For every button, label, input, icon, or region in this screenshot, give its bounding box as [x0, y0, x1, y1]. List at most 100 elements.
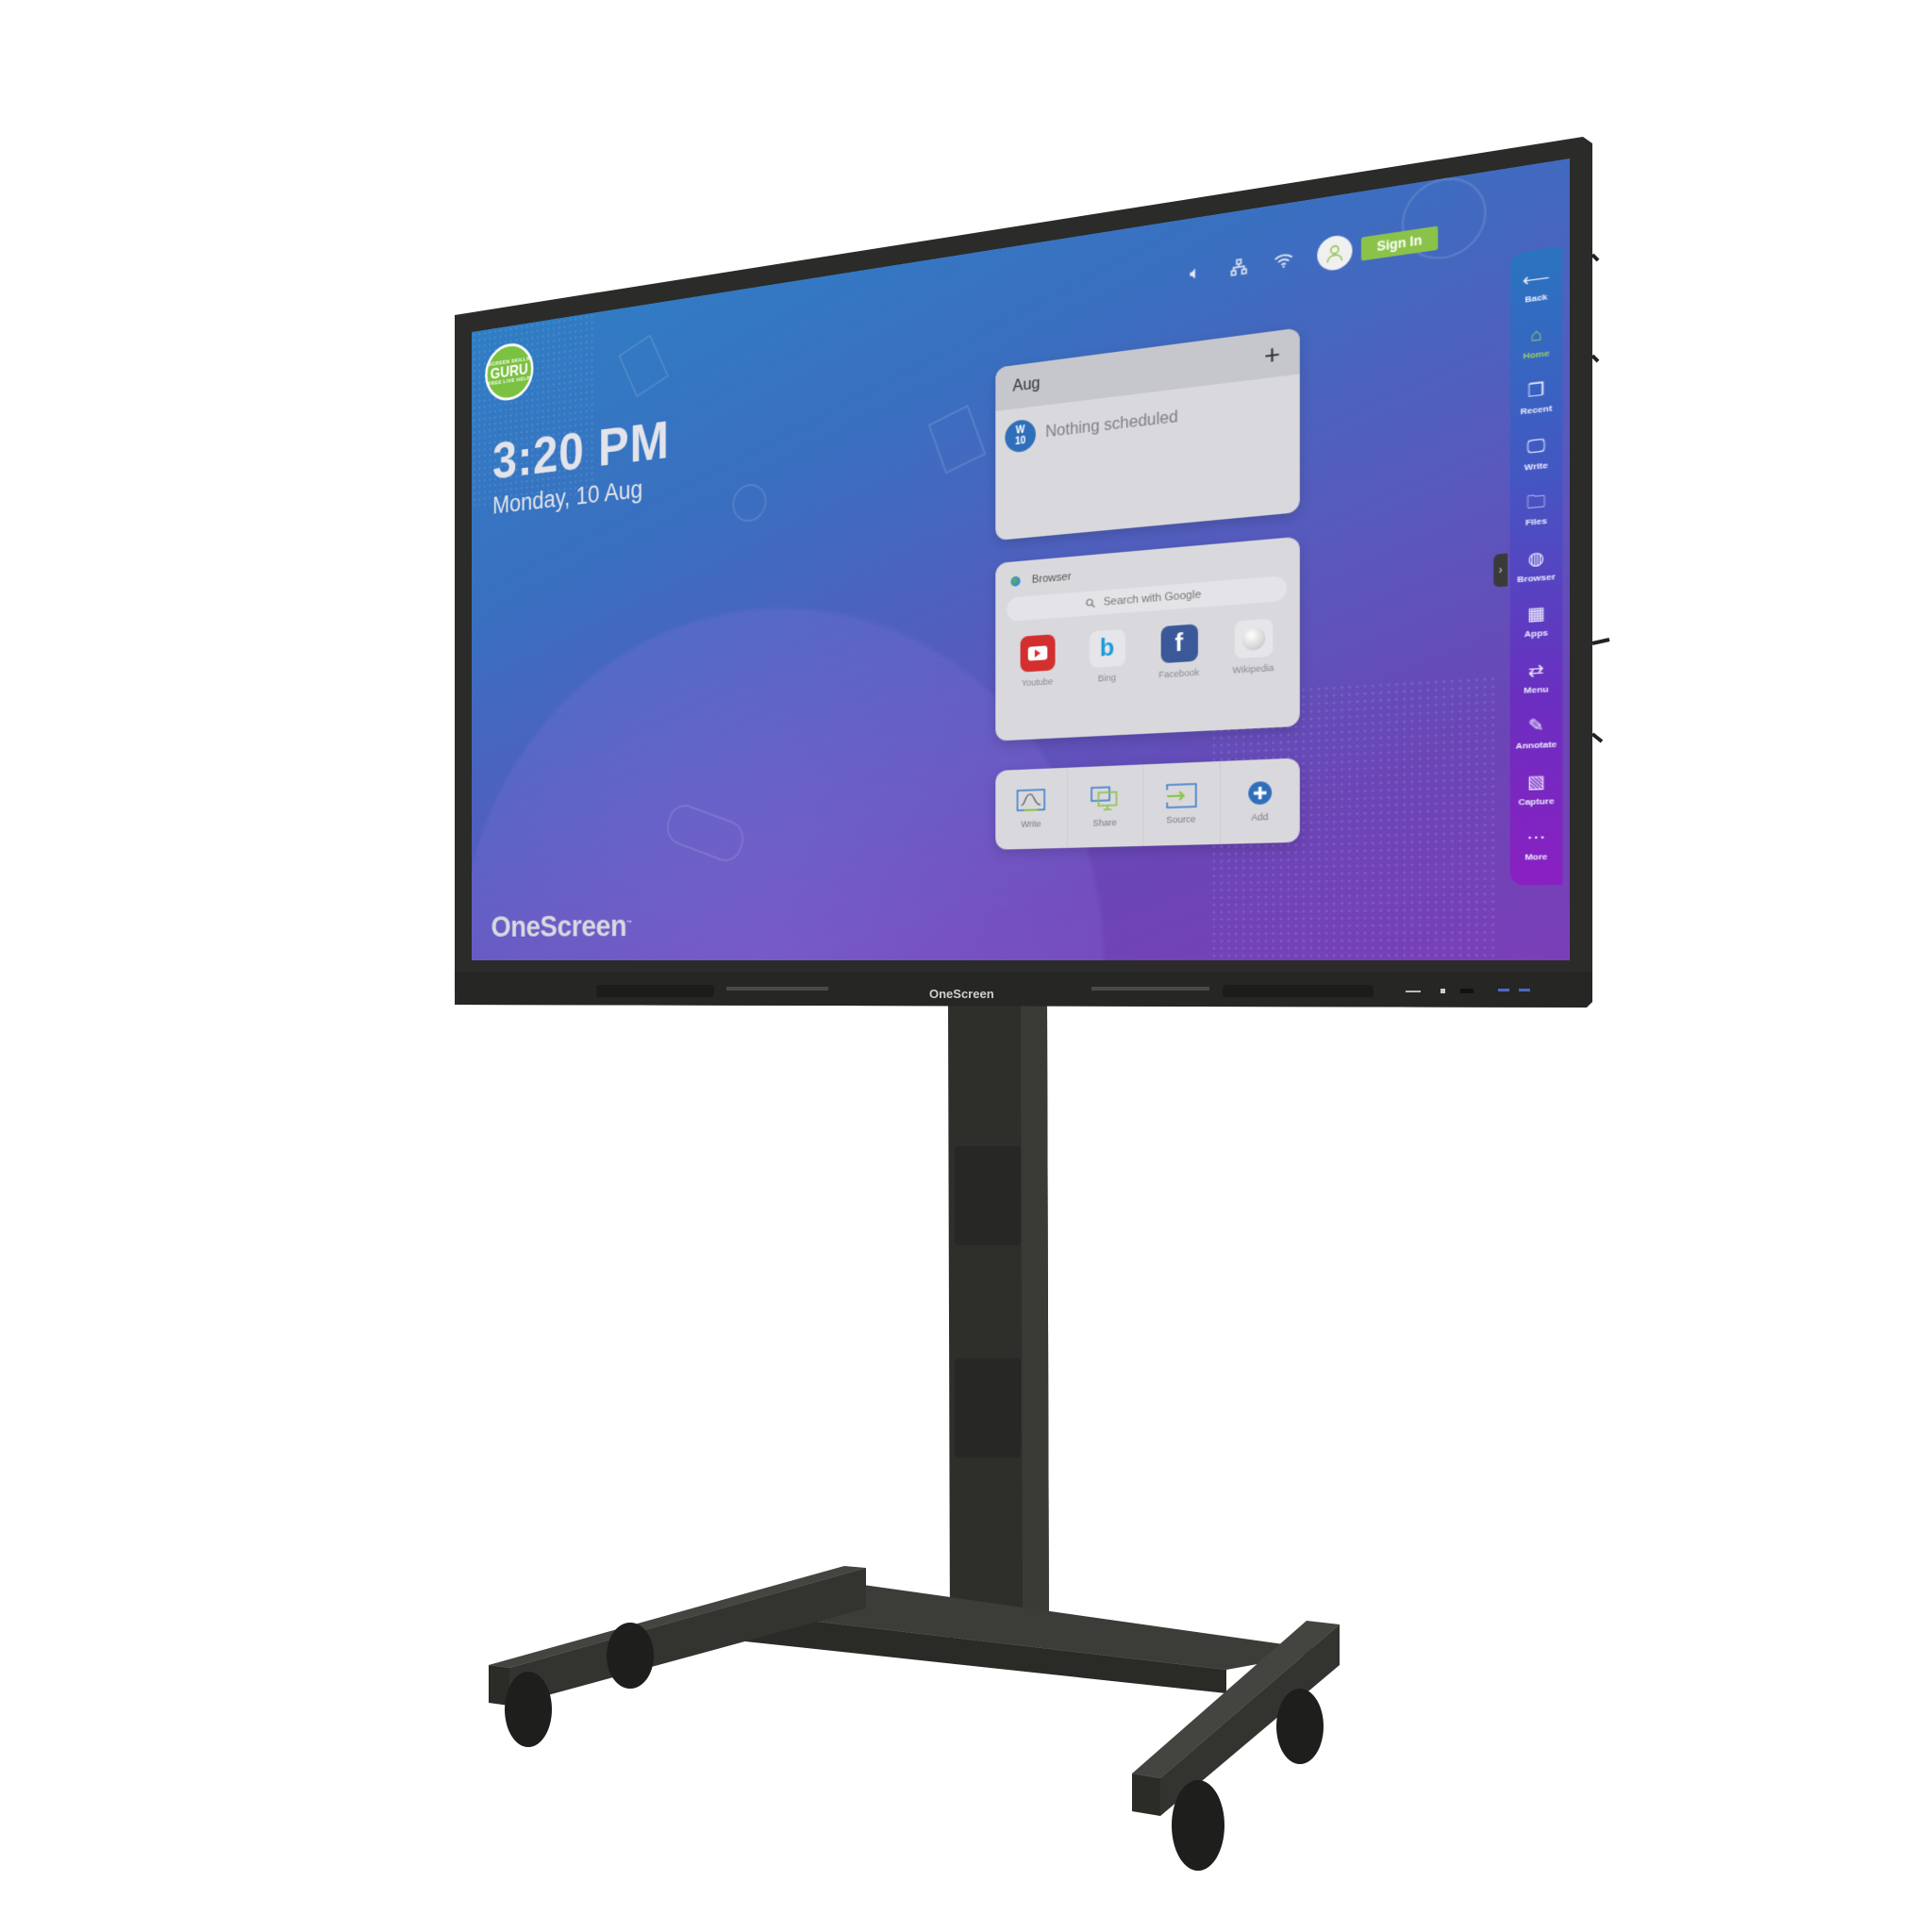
add-icon — [1247, 780, 1273, 806]
menu-switch-icon: ⇄ — [1527, 660, 1544, 681]
caster-wheel — [505, 1672, 552, 1747]
network-icon[interactable] — [1227, 254, 1251, 280]
bezel-logo: OneScreen — [929, 987, 994, 1001]
status-bar: 🔈︎ Sign In — [1184, 221, 1439, 291]
browser-widget: Browser Search with Google Youtube b Bin… — [995, 536, 1300, 741]
sidebar-item-write[interactable]: 🖵 Write — [1510, 435, 1563, 496]
volume-icon[interactable]: 🔈︎ — [1184, 260, 1207, 287]
side-cable — [1591, 638, 1610, 645]
pen-tray-right — [1091, 987, 1209, 991]
browser-widget-title: Browser — [1031, 570, 1072, 587]
sidebar-item-label: Menu — [1524, 684, 1549, 696]
write-icon: 🖵 — [1526, 437, 1546, 458]
sidebar-item-label: Annotate — [1515, 740, 1557, 752]
sidebar-item-label: Recent — [1520, 403, 1553, 417]
wifi-icon[interactable] — [1272, 247, 1295, 274]
bing-icon: b — [1089, 628, 1125, 669]
day-badge: W 10 — [1005, 418, 1036, 454]
caster-wheel — [1172, 1780, 1224, 1871]
chevron-right-icon: › — [1498, 564, 1503, 577]
sidebar-item-capture[interactable]: ▧ Capture — [1510, 773, 1563, 830]
quick-action-share[interactable]: Share — [1068, 764, 1143, 848]
sidebar-item-label: Home — [1523, 347, 1550, 361]
day-badge-date: 10 — [1014, 435, 1026, 448]
sidebar-item-label: Back — [1524, 291, 1548, 305]
more-icon: ⋯ — [1526, 828, 1546, 849]
paper-doodle-icon — [618, 334, 670, 398]
sidebar-item-label: More — [1524, 852, 1548, 863]
brand-text: OneScreen — [491, 908, 627, 944]
sidebar-item-back[interactable]: ⟵ Back — [1510, 266, 1563, 329]
sidebar-item-label: Capture — [1518, 795, 1555, 808]
side-cable — [1591, 253, 1600, 262]
usb-port — [1498, 989, 1509, 991]
facebook-icon: f — [1160, 624, 1198, 664]
front-port — [1441, 989, 1445, 993]
paper-doodle-icon — [927, 404, 987, 475]
side-cable — [1591, 354, 1600, 363]
user-icon — [1324, 242, 1344, 263]
usb-port — [1519, 989, 1530, 991]
shortcut-facebook[interactable]: f Facebook — [1148, 623, 1209, 680]
shortcut-youtube[interactable]: Youtube — [1008, 633, 1067, 689]
calendar-widget: Aug + W 10 Nothing scheduled — [995, 327, 1300, 541]
shortcut-label: Youtube — [1021, 675, 1054, 689]
input-source-icon — [1165, 783, 1198, 808]
scroll-doodle-icon — [662, 800, 749, 867]
sign-in-button[interactable]: Sign In — [1360, 225, 1439, 261]
whiteboard-icon — [1017, 789, 1046, 813]
pen-tray-left — [726, 987, 828, 991]
sidebar-item-apps[interactable]: ▦ Apps — [1510, 604, 1563, 663]
search-icon — [1086, 598, 1096, 609]
front-port-hdmi — [1460, 989, 1474, 993]
sidebar-item-home[interactable]: ⌂ Home — [1510, 323, 1563, 385]
capture-icon: ▧ — [1526, 773, 1545, 792]
browser-globe-icon — [1010, 575, 1021, 587]
stand-column-side — [1021, 1005, 1049, 1632]
add-event-button[interactable]: + — [1264, 337, 1280, 372]
quick-action-label: Add — [1251, 811, 1269, 823]
search-placeholder: Search with Google — [1103, 588, 1202, 608]
sidebar-item-label: Apps — [1524, 627, 1549, 640]
sidebar-item-recent[interactable]: ❐ Recent — [1510, 379, 1563, 441]
front-port — [1406, 991, 1421, 992]
quick-actions-widget: Write Share Source Add — [995, 758, 1300, 850]
side-cable — [1591, 732, 1604, 743]
base-right-foot-front — [1132, 1774, 1160, 1816]
empty-schedule-text: Nothing scheduled — [1045, 408, 1178, 441]
speaker-grille-right — [1223, 985, 1374, 997]
user-avatar[interactable] — [1317, 233, 1353, 273]
sidebar-item-label: Files — [1524, 515, 1547, 528]
shortcut-label: Bing — [1097, 672, 1116, 684]
quick-action-label: Share — [1092, 817, 1117, 828]
apps-grid-icon: ▦ — [1526, 605, 1545, 625]
wikipedia-icon — [1234, 618, 1273, 659]
trademark-mark: ™ — [626, 920, 632, 927]
stand-panel-lower — [955, 1358, 1021, 1457]
shortcut-bing[interactable]: b Bing — [1077, 628, 1137, 685]
home-icon: ⌂ — [1530, 325, 1542, 346]
screen-share-icon — [1090, 785, 1120, 812]
sidebar-item-files[interactable]: 🗀 Files — [1510, 491, 1563, 552]
quick-action-add[interactable]: Add — [1221, 758, 1300, 843]
recent-icon: ❐ — [1527, 380, 1545, 402]
globe-icon: ◍ — [1527, 548, 1545, 570]
side-toolbar: ⟵ Back ⌂ Home ❐ Recent 🖵 Write 🗀 Files ◍ Brows… — [1509, 246, 1563, 886]
quick-action-write[interactable]: Write — [995, 767, 1069, 850]
quick-action-label: Source — [1166, 813, 1196, 825]
sidebar-toggle-button[interactable]: › — [1493, 553, 1508, 588]
onescreen-logo: OneScreen™ — [491, 908, 632, 944]
caster-wheel — [607, 1623, 654, 1689]
sidebar-item-annotate[interactable]: ✎ Annotate — [1510, 716, 1563, 774]
sidebar-item-browser[interactable]: ◍ Browser — [1510, 547, 1563, 608]
folder-icon: 🗀 — [1526, 492, 1546, 514]
atom-doodle-icon — [732, 482, 767, 524]
shortcut-wikipedia[interactable]: Wikipedia — [1222, 618, 1286, 676]
quick-action-source[interactable]: Source — [1142, 760, 1221, 846]
sidebar-item-more[interactable]: ⋯ More — [1510, 828, 1563, 885]
highlighter-icon: ✎ — [1527, 717, 1544, 737]
sidebar-item-label: Write — [1524, 459, 1548, 473]
scene: OneScreen SCREEN SKILLS GURU FREE LIVE H… — [0, 0, 1932, 1932]
youtube-icon — [1020, 634, 1056, 673]
sidebar-item-menu[interactable]: ⇄ Menu — [1510, 659, 1563, 718]
